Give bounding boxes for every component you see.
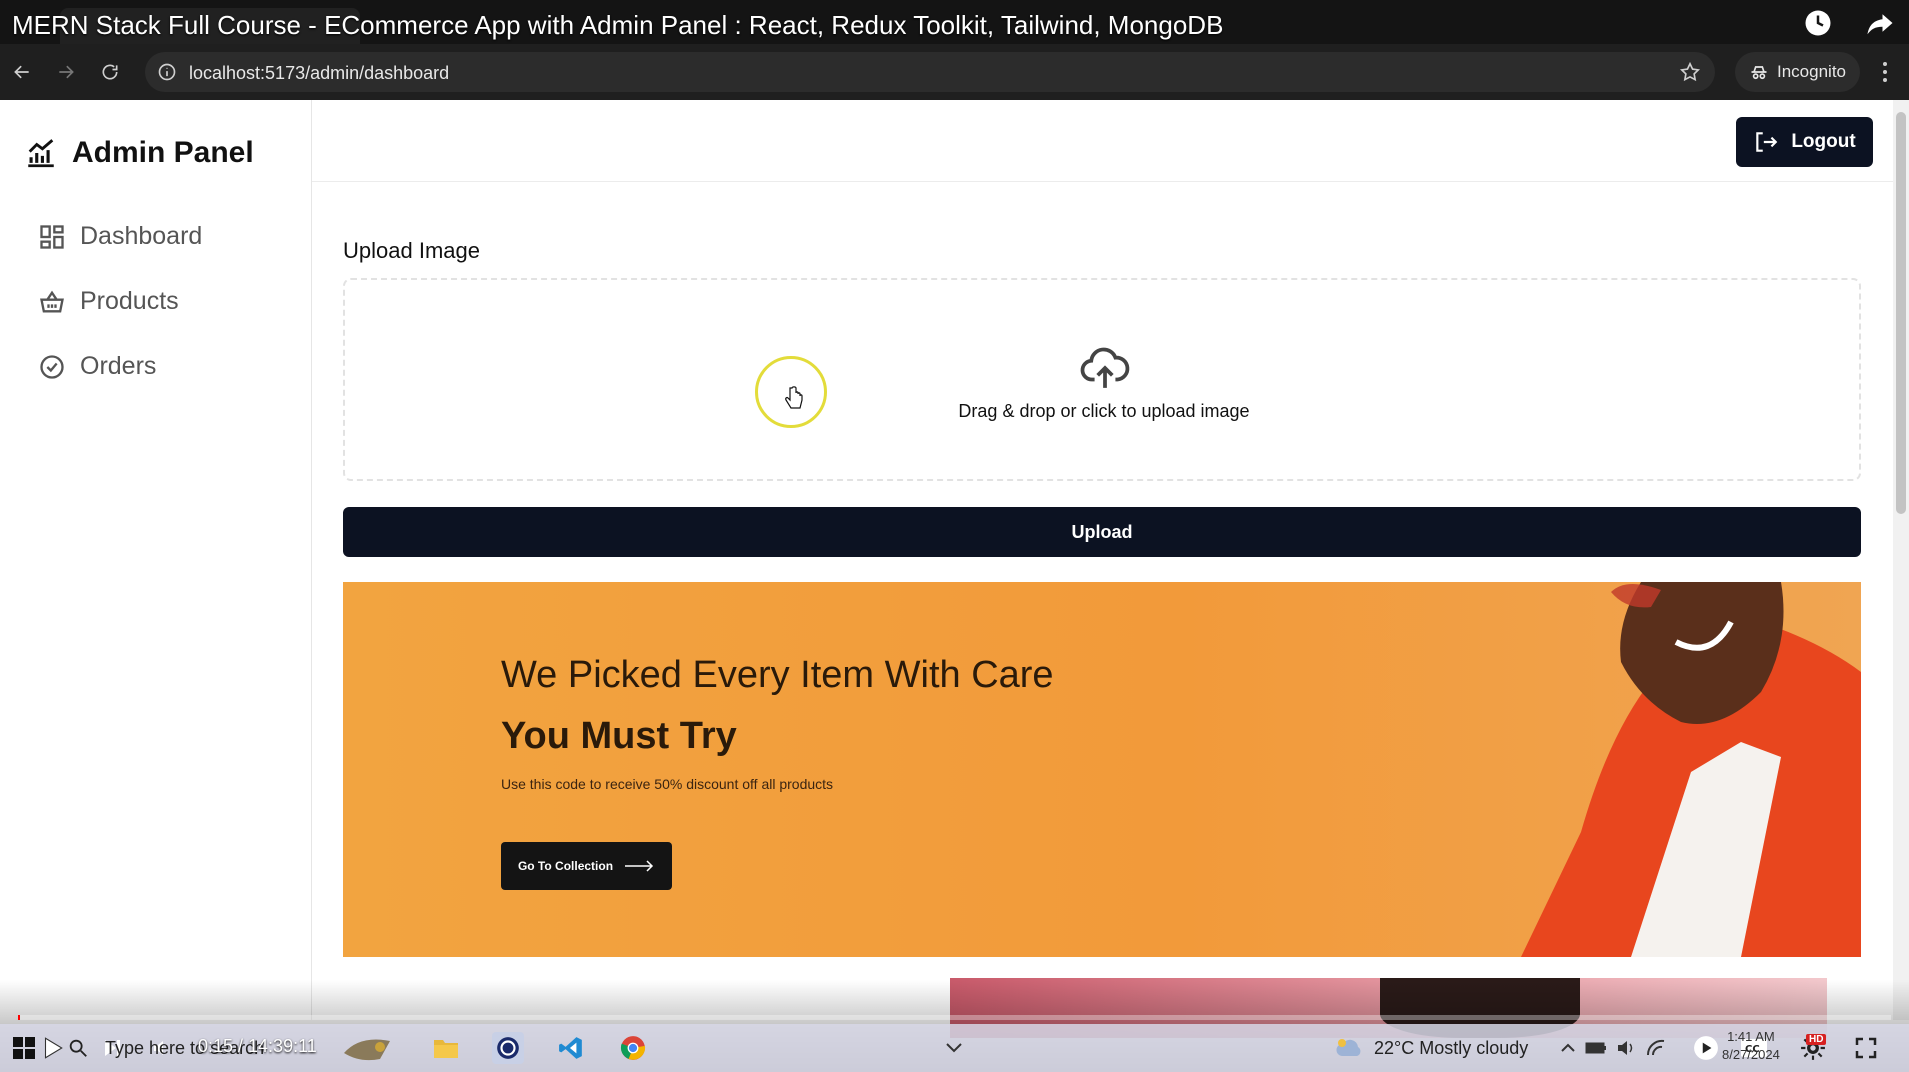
cloud-upload-icon [1080,347,1130,388]
file-explorer-icon[interactable] [430,1032,462,1064]
reload-icon[interactable] [96,58,124,86]
video-title: MERN Stack Full Course - ECommerce App w… [12,10,1224,40]
video-actions [1801,6,1897,40]
browser-toolbar: localhost:5173/admin/dashboard Incognito [0,44,1909,100]
video-timestamp: 0:15 / 14:39:11 [198,1036,317,1056]
wifi-icon[interactable] [1640,1032,1672,1064]
admin-sidebar: Admin Panel Dashboard Products Orders [0,100,312,1020]
sidebar-item-orders[interactable]: Orders [38,352,156,381]
model-figure [1521,582,1861,957]
captions-play-icon[interactable] [1690,1032,1722,1064]
incognito-indicator[interactable]: Incognito [1735,52,1860,92]
go-to-collection-button[interactable]: Go To Collection [501,842,672,890]
hand-cursor-icon [785,386,803,409]
windows-taskbar: Type here to search 0:15 / 14:39:11 22°C… [0,1024,1909,1072]
admin-header: Logout [312,100,1893,182]
obs-studio-icon[interactable] [492,1032,524,1064]
clock-time: 1:41 AM [1727,1029,1775,1044]
site-info-icon[interactable] [157,62,177,82]
arrow-right-icon [625,860,654,872]
video-progress-fill [18,1015,20,1020]
logout-button[interactable]: Logout [1736,117,1873,167]
speaker-icon[interactable] [1610,1032,1642,1064]
sidebar-item-products[interactable]: Products [38,287,179,316]
video-progress-bar[interactable] [18,1015,1891,1020]
dropzone-text: Drag & drop or click to upload image [958,401,1250,421]
sidebar-item-label: Orders [80,352,157,380]
sidebar-item-dashboard[interactable]: Dashboard [38,222,202,251]
watch-later-clock-icon[interactable] [1801,6,1835,40]
dashboard-grid-icon [40,224,64,249]
basket-icon [40,290,64,312]
badge-check-icon [40,354,64,379]
go-to-collection-label: Go To Collection [517,859,614,873]
banner-headline: We Picked Every Item With Care [501,654,1054,696]
page-scrollbar[interactable] [1893,100,1909,1020]
taskbar-clock[interactable]: 1:41 AM 8/27/2024 [1722,1028,1780,1064]
browser-menu-icon[interactable] [1873,58,1897,86]
brand[interactable]: Admin Panel [24,136,254,170]
battery-icon[interactable] [1580,1032,1612,1064]
banner-caption: Use this code to receive 50% discount of… [501,776,834,792]
fullscreen-icon[interactable] [1850,1032,1882,1064]
upload-button[interactable]: Upload [343,507,1861,557]
back-arrow-icon[interactable] [8,58,36,86]
incognito-icon [1751,66,1767,80]
chrome-icon[interactable] [617,1032,649,1064]
image-dropzone[interactable]: Drag & drop or click to upload image [343,278,1861,481]
cloud-weather-icon [1336,1039,1361,1056]
logout-icon [1756,132,1778,152]
upload-title: Upload Image [343,238,480,263]
logout-label: Logout [1791,131,1856,152]
forward-arrow-icon[interactable] [52,58,80,86]
hd-quality-badge: HD [1806,1034,1827,1045]
banner-subheadline: You Must Try [501,715,737,757]
incognito-label: Incognito [1777,62,1846,81]
taskbar-app-icon[interactable] [338,1032,398,1064]
clock-date: 8/27/2024 [1722,1047,1780,1062]
address-bar[interactable]: localhost:5173/admin/dashboard [145,52,1715,92]
weather-text: 22°C Mostly cloudy [1374,1037,1529,1058]
vscode-icon[interactable] [555,1032,587,1064]
chart-line-icon [28,139,54,168]
chevron-down-icon[interactable] [938,1032,970,1064]
scrollbar-thumb[interactable] [1896,112,1906,514]
window-titlebar: MERN Stack Full Course - ECommerce App w… [0,0,1909,44]
sidebar-item-label: Products [80,287,179,315]
feature-banner-image: We Picked Every Item With Care You Must … [343,582,1861,957]
url-text: localhost:5173/admin/dashboard [189,63,450,83]
bookmark-star-icon[interactable] [1679,61,1701,83]
weather-widget[interactable]: 22°C Mostly cloudy [1334,1036,1528,1060]
share-arrow-icon[interactable] [1863,6,1897,40]
brand-title: Admin Panel [72,136,254,169]
sidebar-item-label: Dashboard [80,222,203,250]
search-icon[interactable] [62,1032,94,1064]
